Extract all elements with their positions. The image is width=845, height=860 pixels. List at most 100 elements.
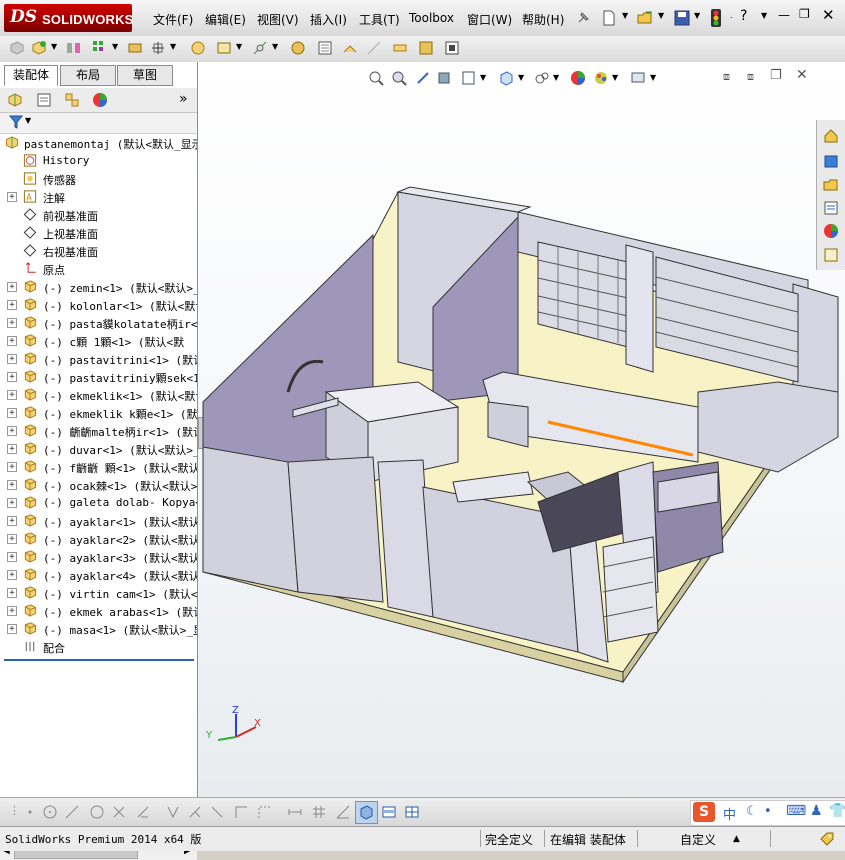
polygon-icon[interactable] — [89, 804, 105, 820]
smart-fasteners-icon[interactable] — [127, 40, 143, 56]
expand-toggle-icon[interactable]: + — [7, 516, 17, 526]
tree-item[interactable]: + (-) pastavitrini<1> (默认 — [0, 350, 197, 368]
tree-item[interactable]: + (-) ekmeklik k顆e<1> (默认 — [0, 404, 197, 422]
expand-toggle-icon[interactable]: + — [7, 372, 17, 382]
open-folder-icon[interactable] — [637, 10, 653, 26]
tree-item[interactable]: + (-) ayaklar<4> (默认<默认 — [0, 566, 197, 584]
minimize-icon[interactable]: — — [778, 8, 790, 22]
save-icon[interactable] — [674, 10, 690, 26]
tree-item[interactable]: + (-) zemin<1> (默认<默认>_ — [0, 278, 197, 296]
menu-help[interactable]: 帮助(H) — [522, 11, 564, 28]
tab-sketch[interactable]: 草图 — [117, 65, 173, 86]
ime-user-icon[interactable]: ♟ — [810, 803, 823, 819]
rebuild-traffic-light-icon[interactable] — [710, 9, 722, 27]
tree-item[interactable]: History — [0, 152, 197, 170]
tree-item[interactable]: + (-) ayaklar<1> (默认<默认 — [0, 512, 197, 530]
view-palette-icon[interactable] — [823, 200, 839, 216]
expand-toggle-icon[interactable]: + — [7, 282, 17, 292]
line-icon[interactable] — [64, 804, 80, 820]
expand-toggle-icon[interactable]: + — [7, 624, 17, 634]
expand-toggle-icon[interactable]: + — [7, 588, 17, 598]
interference-detection-icon[interactable] — [392, 40, 408, 56]
expand-toggle-icon[interactable]: + — [7, 318, 17, 328]
single-view-icon[interactable] — [381, 804, 397, 820]
component-grey-icon[interactable] — [9, 40, 25, 56]
filter-icon[interactable] — [9, 115, 23, 129]
menu-view[interactable]: 视图(V) — [257, 11, 299, 28]
move-dropdown-icon[interactable]: ▼ — [170, 42, 176, 51]
new-document-icon[interactable] — [601, 10, 617, 26]
tree-item[interactable]: + (-) kolonlar<1> (默认<默认 — [0, 296, 197, 314]
tree-item[interactable]: + (-) c顆 1顆<1> (默认<默 — [0, 332, 197, 350]
appearances-icon[interactable] — [823, 223, 839, 239]
help-dropdown-icon[interactable]: ▼ — [761, 11, 767, 20]
tree-item[interactable]: + (-) ekmeklik<1> (默认<默认 — [0, 386, 197, 404]
expand-toggle-icon[interactable]: + — [7, 606, 17, 616]
ime-punctuation-icon[interactable]: • — [764, 804, 772, 819]
tree-item[interactable]: + (-) ekmek arabas<1> (默认 — [0, 602, 197, 620]
fillet-icon[interactable] — [209, 804, 225, 820]
trim-icon[interactable] — [111, 804, 127, 820]
tab-assembly[interactable]: 装配体 — [4, 65, 58, 86]
ime-skin-icon[interactable]: 👕 — [829, 803, 845, 819]
ime-moon-icon[interactable]: ☾ — [746, 804, 758, 819]
tree-item[interactable]: 传感器 — [0, 170, 197, 188]
ime-keyboard-icon[interactable]: ⌨ — [786, 803, 806, 819]
tag-icon[interactable] — [819, 831, 835, 847]
property-manager-icon[interactable] — [36, 92, 52, 108]
expand-toggle-icon[interactable]: + — [7, 570, 17, 580]
assembly-features-icon[interactable] — [216, 40, 232, 56]
dimension-icon[interactable] — [287, 804, 303, 820]
offset-icon[interactable] — [165, 804, 181, 820]
grid-icon[interactable] — [311, 804, 327, 820]
tree-item[interactable]: + (-) virtin cam<1> (默认< — [0, 584, 197, 602]
point-icon[interactable] — [22, 804, 38, 820]
tree-item[interactable]: + (-) galeta dolab- Kopya<1 — [0, 494, 197, 512]
menu-toolbox[interactable]: Toolbox — [409, 11, 454, 25]
expand-toggle-icon[interactable]: + — [7, 498, 17, 508]
pattern-icon[interactable] — [92, 40, 108, 56]
tree-item[interactable]: 原点 — [0, 260, 197, 278]
solidworks-logo[interactable]: DS SOLIDWORKS — [4, 4, 133, 32]
expand-toggle-icon[interactable]: + — [7, 390, 17, 400]
reference-dropdown-icon[interactable]: ▼ — [272, 42, 278, 51]
mirror-icon[interactable] — [187, 804, 203, 820]
tree-item[interactable]: + (-) 齭齭malte柄ir<1> (默认 — [0, 422, 197, 440]
new-dropdown-icon[interactable]: ▼ — [622, 11, 628, 20]
extend-icon[interactable] — [135, 804, 151, 820]
angle-icon[interactable] — [335, 804, 351, 820]
open-dropdown-icon[interactable]: ▼ — [658, 11, 664, 20]
tree-item[interactable]: + (-) masa<1> (默认<默认>_显 — [0, 620, 197, 638]
tree-item[interactable]: 前视基准面 — [0, 206, 197, 224]
status-units[interactable]: 自定义 — [680, 831, 716, 848]
ime-language-toggle[interactable]: 中 — [723, 804, 736, 823]
expand-toggle-icon[interactable]: + — [7, 462, 17, 472]
menu-tools[interactable]: 工具(T) — [359, 11, 400, 28]
move-component-icon[interactable] — [150, 40, 166, 56]
display-manager-icon[interactable] — [92, 92, 108, 108]
assembly-model-view[interactable] — [198, 62, 845, 797]
tab-layout[interactable]: 布局 — [60, 65, 116, 86]
tree-item[interactable]: 配合 — [0, 638, 197, 656]
status-units-arrow-icon[interactable]: ▲ — [733, 834, 740, 844]
tree-root[interactable]: pastanemontaj (默认<默认_显示 — [0, 134, 197, 152]
custom-properties-icon[interactable] — [823, 247, 839, 263]
configuration-manager-icon[interactable] — [64, 92, 80, 108]
construction-geometry-icon[interactable] — [256, 804, 272, 820]
restore-icon[interactable]: ❐ — [799, 7, 810, 21]
tree-item[interactable]: + A 注解 — [0, 188, 197, 206]
expand-toggle-icon[interactable]: + — [7, 300, 17, 310]
rollback-bar[interactable] — [4, 659, 194, 661]
expand-toggle-icon[interactable]: + — [7, 444, 17, 454]
instant3d-icon[interactable] — [444, 40, 460, 56]
new-motion-study-icon[interactable] — [290, 40, 306, 56]
save-dropdown-icon[interactable]: ▼ — [694, 11, 700, 20]
help-icon[interactable]: ? — [740, 8, 747, 24]
features-dropdown-icon[interactable]: ▼ — [236, 42, 242, 51]
filter-dropdown-icon[interactable]: ▼ — [25, 116, 31, 125]
menu-insert[interactable]: 插入(I) — [310, 11, 347, 28]
close-icon[interactable]: ✕ — [822, 6, 835, 24]
clearance-verification-icon[interactable] — [418, 40, 434, 56]
tree-item[interactable]: + (-) ayaklar<2> (默认<默认 — [0, 530, 197, 548]
solidworks-resources-icon[interactable] — [823, 128, 839, 144]
